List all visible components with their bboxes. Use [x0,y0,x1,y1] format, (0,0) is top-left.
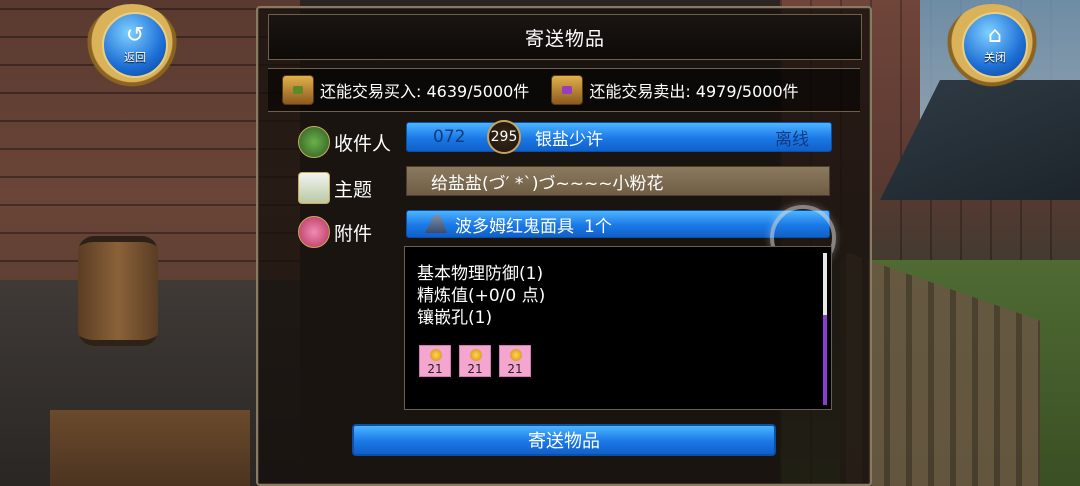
stat-line: 镶嵌孔(1) [417,308,493,328]
stat-line: 基本物理防御(1) [417,264,544,284]
gem-slots: 21 21 21 [419,345,539,377]
sell-chest-icon [551,75,584,105]
subject-input[interactable]: 给盐盐(づ′ *`)づ~~~~小粉花 [406,166,830,196]
mail-icon [298,172,330,204]
mask-hat-icon [425,215,447,233]
gem-icon[interactable]: 21 [459,345,491,377]
close-orb[interactable]: ⌂ 关闭 [962,12,1028,78]
item-stats: 基本物理防御(1) 精炼值(+0/0 点) 镶嵌孔(1) [417,263,545,329]
gem-icon[interactable]: 21 [499,345,531,377]
subject-label: 主题 [334,178,373,201]
attachment-field[interactable]: 波多姆红鬼面具 1个 [406,210,830,238]
recipient-uid: 072 [433,127,466,147]
attachment-row: 附件 [298,216,372,248]
close-button[interactable]: ⌂ 关闭 [946,4,1038,88]
panel-title: 寄送物品 [268,14,862,60]
back-arrow-icon: ↺ [125,23,145,48]
home-icon: ⌂ [988,23,1002,48]
subject-value: 给盐盐(づ′ *`)づ~~~~小粉花 [431,173,664,194]
buy-quota-text: 还能交易买入: 4639/5000件 [320,82,530,101]
back-label: 返回 [124,51,146,64]
close-label: 关闭 [984,51,1006,64]
scrollbar-thumb[interactable] [823,315,827,405]
send-item-button[interactable]: 寄送物品 [352,424,776,456]
recipient-icon [298,126,330,158]
recipient-name: 银盐少许 [535,129,603,150]
recipient-field[interactable]: 072 295 银盐少许 离线 [406,120,832,154]
recipient-label: 收件人 [334,132,392,155]
attachment-count: 1个 [584,216,612,237]
stat-line: 精炼值(+0/0 点) [417,286,546,306]
crate [50,410,250,486]
back-orb[interactable]: ↺ 返回 [102,12,168,78]
attachment-name: 波多姆红鬼面具 [455,216,574,237]
barrel [78,236,158,346]
trade-quota-bar: 还能交易买入: 4639/5000件 还能交易卖出: 4979/5000件 [268,68,860,112]
item-detail-box[interactable]: 基本物理防御(1) 精炼值(+0/0 点) 镶嵌孔(1) 21 21 21 [404,246,832,410]
buy-chest-icon [282,75,314,105]
buy-quota: 还能交易买入: 4639/5000件 [282,75,529,105]
back-button[interactable]: ↺ 返回 [86,4,178,88]
attachment-label: 附件 [334,222,373,245]
recipient-level-badge: 295 [487,120,521,154]
gem-icon[interactable]: 21 [419,345,451,377]
sell-quota-text: 还能交易卖出: 4979/5000件 [589,82,799,101]
recipient-status: 离线 [775,129,809,150]
sell-quota: 还能交易卖出: 4979/5000件 [551,75,799,105]
gift-icon [298,216,330,248]
recipient-row: 收件人 [298,126,391,158]
scrollbar[interactable] [823,253,827,405]
subject-row: 主题 [298,172,372,204]
